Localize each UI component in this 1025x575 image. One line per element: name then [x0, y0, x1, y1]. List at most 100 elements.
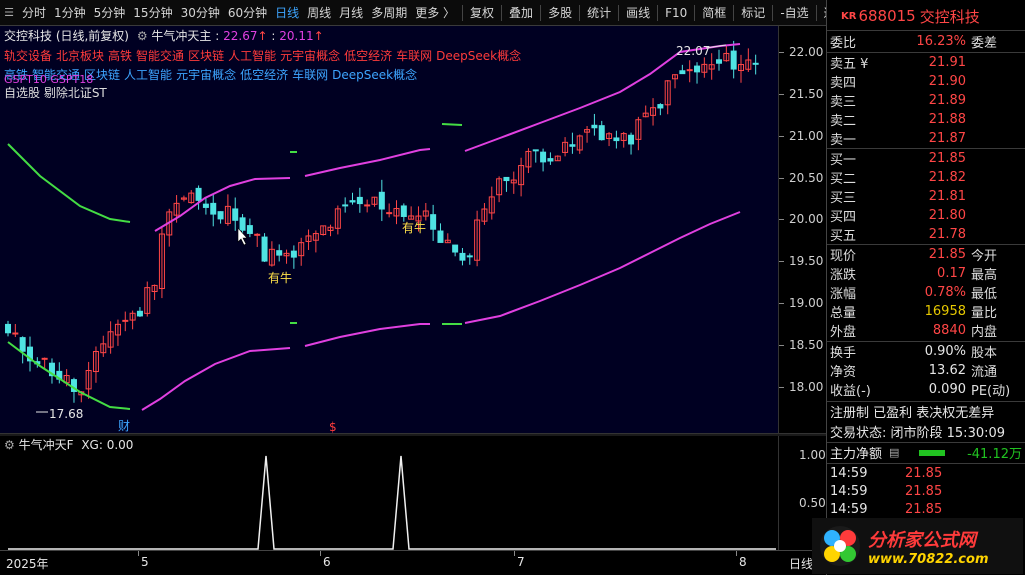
tick-time: 14:59: [830, 466, 868, 481]
event-marker-cai[interactable]: 财: [118, 419, 130, 433]
value-tick-label: 0.50: [799, 496, 826, 510]
candle-body: [430, 214, 437, 230]
stat-row: 净资 13.62 流通: [827, 361, 1025, 380]
logo-title: 分析家公式网: [868, 529, 976, 551]
ask-row-label: 卖二: [830, 114, 857, 129]
candle-body: [136, 310, 143, 317]
candle-body: [532, 149, 539, 152]
period-tab[interactable]: 60分钟: [224, 0, 271, 26]
period-tab[interactable]: 更多 〉: [411, 0, 459, 26]
stat-row-value: 0.90%: [924, 344, 966, 359]
candle-body: [503, 176, 510, 182]
main-flow-value: -41.12万: [967, 447, 1022, 462]
band-line-magenta: [304, 148, 431, 177]
candle-body: [459, 252, 466, 261]
candle-body: [540, 151, 547, 163]
tool-button[interactable]: 叠加: [505, 0, 537, 26]
period-tab[interactable]: 5分钟: [90, 0, 130, 26]
candle-body: [657, 104, 664, 109]
sub-indicator-chart[interactable]: ⚙ 牛气冲天F XG: 0.00: [0, 436, 778, 550]
tick-time: 14:59: [830, 484, 868, 499]
menu-icon[interactable]: ☰: [0, 4, 18, 22]
time-tick-label: 5: [141, 555, 149, 569]
stat-row-value: 13.62: [928, 363, 966, 378]
tool-button[interactable]: 画线: [622, 0, 654, 26]
candle-body: [694, 65, 701, 73]
period-label[interactable]: 日线: [789, 555, 813, 572]
tick-time: 14:59: [830, 502, 868, 517]
tool-button[interactable]: 标记: [737, 0, 769, 26]
tool-button[interactable]: 统计: [583, 0, 615, 26]
tick-row: 14:59 21.85: [827, 500, 1025, 519]
period-tab[interactable]: 多周期: [367, 0, 411, 26]
toolbar-divider: [657, 4, 659, 21]
ask-row-value: 21.90: [928, 74, 966, 89]
band-line-magenta: [154, 177, 291, 232]
main-kline-chart[interactable]: 交控科技 (日线,前复权) ⚙ 牛气冲天主 : 22.67↑ : 20.11↑ …: [0, 26, 778, 433]
ask-row: 卖五 ¥ 21.91: [827, 53, 1025, 72]
bid-row-value: 21.80: [928, 208, 966, 223]
tick-mark: [779, 219, 784, 220]
candle-body: [217, 211, 224, 220]
stat-row: 换手 0.90% 股本: [827, 342, 1025, 361]
stat-row-label: 外盘: [830, 325, 857, 340]
bid-row-value: 21.78: [928, 227, 966, 242]
stat-row-label: 现价: [830, 249, 857, 264]
tick-mark: [779, 178, 784, 179]
ask-row-label: 卖五 ¥: [830, 57, 869, 72]
period-tab[interactable]: 月线: [335, 0, 367, 26]
stat-row-right-label: 量比: [971, 306, 998, 321]
kline-plot: 有牛有牛22.0717.68财 $: [5, 40, 759, 433]
ask-row: 卖一 21.87: [827, 129, 1025, 148]
candle-body: [12, 332, 19, 335]
tick-price: 21.85: [905, 502, 943, 517]
candle-body: [598, 125, 605, 141]
status-line: 交易状态: 闭市阶段 15:30:09: [827, 422, 1025, 441]
main-flow-row[interactable]: 主力净额 ▤ -41.12万: [827, 443, 1025, 462]
tool-button[interactable]: -自选: [776, 0, 812, 26]
value-tick-label: 1.00: [799, 448, 826, 462]
period-tab[interactable]: 周线: [303, 0, 335, 26]
toolbar-divider: [772, 4, 774, 21]
stat-row: 外盘 8840 内盘: [827, 321, 1025, 340]
candle-body: [752, 62, 759, 65]
price-tick-label: 18.50: [789, 338, 824, 352]
stock-code: 688015: [858, 7, 916, 25]
event-marker-s[interactable]: $: [329, 420, 337, 433]
stat-row: 收益(-) 0.090 PE(动): [827, 380, 1025, 399]
tick-row: 14:59 21.85: [827, 464, 1025, 483]
period-tab[interactable]: 分时: [18, 0, 50, 26]
period-tab[interactable]: 15分钟: [129, 0, 176, 26]
price-tick-label: 21.50: [789, 87, 824, 101]
list-icon[interactable]: ▤: [889, 446, 899, 459]
time-tick-label: 7: [517, 555, 525, 569]
tool-button[interactable]: 多股: [544, 0, 576, 26]
tool-button[interactable]: 简框: [698, 0, 730, 26]
stat-row-right-label: 股本: [971, 346, 998, 361]
stat-row-right-label: 内盘: [971, 325, 998, 340]
status-text: 交易状态: 闭市阶段 15:30:09: [830, 426, 1006, 441]
tick-mark: [779, 52, 784, 53]
candle-body: [276, 250, 283, 256]
market-badge: KR: [841, 10, 857, 22]
candle-body: [356, 196, 363, 205]
period-tab[interactable]: 30分钟: [177, 0, 224, 26]
candle-body: [400, 205, 407, 217]
stat-row-label: 涨跌: [830, 268, 857, 283]
tool-button[interactable]: 复权: [466, 0, 498, 26]
bid-row-value: 21.81: [928, 189, 966, 204]
candle-body: [342, 204, 349, 207]
ask-row-value: 21.89: [928, 93, 966, 108]
weibi-label: 委比: [830, 36, 857, 51]
stat-row-value: 0.090: [928, 382, 966, 397]
period-tab[interactable]: 日线: [271, 0, 303, 26]
tool-button[interactable]: F10: [661, 0, 691, 26]
bid-row-label: 买三: [830, 191, 857, 206]
weicha-label: 委差: [971, 36, 998, 51]
candle-body: [232, 208, 239, 221]
weibi-value: 16.23%: [916, 34, 966, 49]
bid-row-label: 买五: [830, 229, 857, 244]
sub-plot: [8, 455, 776, 550]
period-tab[interactable]: 1分钟: [50, 0, 90, 26]
candle-body: [686, 69, 693, 72]
